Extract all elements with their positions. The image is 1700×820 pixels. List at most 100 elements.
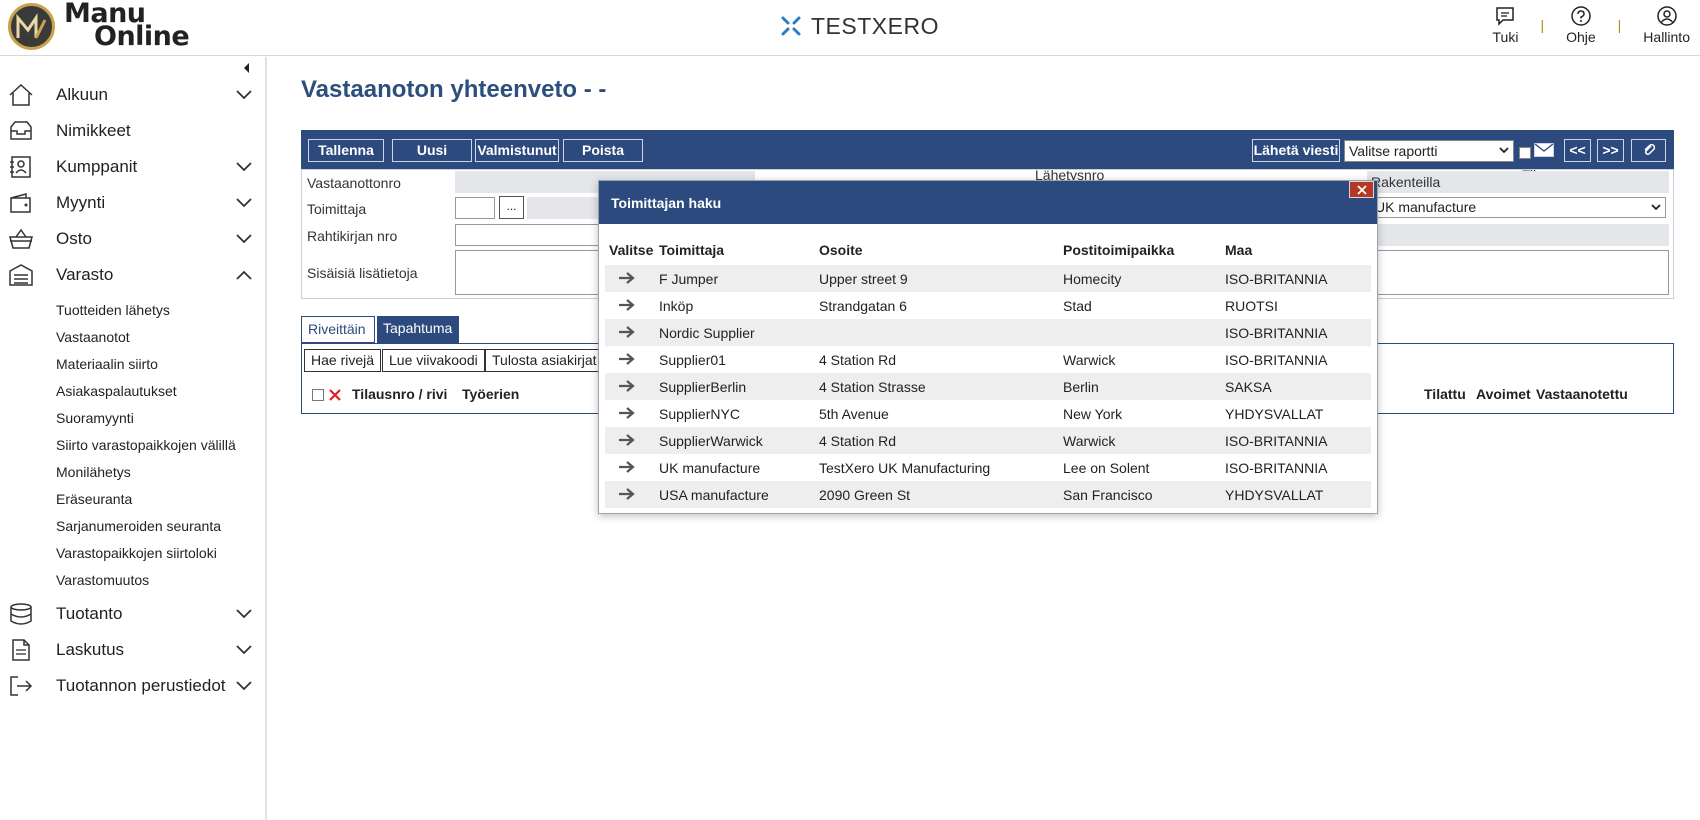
supplier-row[interactable]: F Jumper Upper street 9 Homecity ISO-BRI… xyxy=(605,265,1371,292)
sidebar-item-nimikkeet[interactable]: Nimikkeet xyxy=(0,113,265,149)
supplier-input[interactable] xyxy=(455,197,495,219)
sidebar-subitem-vastaanotot[interactable]: Vastaanotot xyxy=(0,324,265,351)
sidebar-subitem-suoramyynti[interactable]: Suoramyynti xyxy=(0,405,265,432)
supplier-address: 4 Station Strasse xyxy=(819,379,926,395)
sidebar-item-alkuun[interactable]: Alkuun xyxy=(0,77,265,113)
supplier-search-dialog: Toimittajan haku Valitse Toimittaja Osoi… xyxy=(598,180,1378,514)
sidebar-subitem-sarjanumeroiden-seuranta[interactable]: Sarjanumeroiden seuranta xyxy=(0,513,265,540)
arrow-right-icon[interactable] xyxy=(618,434,636,446)
supplier-address: 2090 Green St xyxy=(819,487,911,503)
supplier-row[interactable]: UK manufacture TestXero UK Manufacturing… xyxy=(605,454,1371,481)
sidebar-item-label: Osto xyxy=(56,229,92,248)
chevron-down-icon[interactable] xyxy=(236,234,252,244)
arrow-right-icon[interactable] xyxy=(618,488,636,500)
supplier-name: SupplierNYC xyxy=(659,406,740,422)
chevron-down-icon[interactable] xyxy=(236,90,252,100)
arrow-right-icon[interactable] xyxy=(618,461,636,473)
sidebar-item-varasto[interactable]: Varasto xyxy=(0,257,265,293)
notes-textarea[interactable] xyxy=(1367,250,1669,295)
new-button[interactable]: Uusi xyxy=(392,139,472,162)
chevron-down-icon[interactable] xyxy=(236,681,252,691)
separator: | xyxy=(1617,17,1622,33)
supplier-country: RUOTSI xyxy=(1225,298,1278,314)
tab-tapahtuma[interactable]: Tapahtuma xyxy=(377,316,459,343)
support-link[interactable]: Tuki xyxy=(1493,5,1518,45)
supplier-row[interactable]: Supplier01 4 Station Rd Warwick ISO-BRIT… xyxy=(605,346,1371,373)
dialog-header: Toimittajan haku xyxy=(599,181,1377,224)
sidebar-item-kumppanit[interactable]: Kumppanit xyxy=(0,149,265,185)
arrow-right-icon[interactable] xyxy=(618,299,636,311)
chevron-down-icon[interactable] xyxy=(236,162,252,172)
supplier-country: YHDYSVALLAT xyxy=(1225,406,1324,422)
done-button[interactable]: Valmistunut xyxy=(475,139,559,162)
sidebar-item-myynti[interactable]: Myynti xyxy=(0,185,265,221)
arrow-right-icon[interactable] xyxy=(618,326,636,338)
sidebar-subitem-tuotteiden-lahetys[interactable]: Tuotteiden lähetys xyxy=(0,297,265,324)
read-barcode-button[interactable]: Lue viivakoodi xyxy=(382,349,485,372)
sidebar-item-laskutus[interactable]: Laskutus xyxy=(0,632,265,668)
arrow-right-icon[interactable] xyxy=(618,353,636,365)
chevron-down-icon[interactable] xyxy=(236,645,252,655)
sidebar-nav: Alkuun Nimikkeet Kumppanit Myynti Osto V… xyxy=(0,77,265,704)
warehouse-select[interactable]: UK manufacture xyxy=(1370,197,1666,218)
attachment-button[interactable] xyxy=(1631,139,1666,162)
action-toolbar: Tallenna Uusi Valmistunut Poista Lähetä … xyxy=(301,130,1674,169)
sidebar-subitem-monilahetys[interactable]: Monilähetys xyxy=(0,459,265,486)
supplier-label: Toimittaja xyxy=(307,201,367,217)
delete-button[interactable]: Poista xyxy=(563,139,643,162)
fetch-rows-button[interactable]: Hae rivejä xyxy=(304,349,382,372)
previous-button[interactable]: << xyxy=(1564,139,1591,162)
chevron-down-icon[interactable] xyxy=(236,609,252,619)
report-select[interactable]: Valitse raportti xyxy=(1344,140,1514,162)
waybill-label: Rahtikirjan nro xyxy=(307,228,398,244)
save-button[interactable]: Tallenna xyxy=(308,139,384,162)
sidebar-subitem-asiakaspalautukset[interactable]: Asiakaspalautukset xyxy=(0,378,265,405)
sidebar-item-tuotanto[interactable]: Tuotanto xyxy=(0,596,265,632)
next-button[interactable]: >> xyxy=(1597,139,1624,162)
admin-link[interactable]: Hallinto xyxy=(1643,5,1690,45)
supplier-city: Lee on Solent xyxy=(1063,460,1150,476)
manu-online-logo[interactable]: Manu Online xyxy=(8,0,208,53)
report-checkbox[interactable] xyxy=(1519,147,1531,159)
supplier-row[interactable]: USA manufacture 2090 Green St San Franci… xyxy=(605,481,1371,508)
help-label: Ohje xyxy=(1566,29,1596,45)
contacts-icon xyxy=(10,156,31,178)
chevron-down-icon[interactable] xyxy=(236,198,252,208)
supplier-row[interactable]: SupplierWarwick 4 Station Rd Warwick ISO… xyxy=(605,427,1371,454)
close-button[interactable] xyxy=(1349,181,1374,198)
help-icon xyxy=(1571,6,1591,26)
supplier-row[interactable]: SupplierNYC 5th Avenue New York YHDYSVAL… xyxy=(605,400,1371,427)
supplier-city: San Francisco xyxy=(1063,487,1153,503)
supplier-name: Inköp xyxy=(659,298,694,314)
mail-icon[interactable] xyxy=(1534,143,1554,157)
collapse-sidebar-icon[interactable] xyxy=(240,61,254,75)
sidebar-item-tuotannon-perustiedot[interactable]: Tuotannon perustiedot xyxy=(0,668,265,704)
sidebar-item-osto[interactable]: Osto xyxy=(0,221,265,257)
supplier-name: Nordic Supplier xyxy=(659,325,755,341)
send-message-button[interactable]: Lähetä viesti xyxy=(1252,139,1340,162)
supplier-picker-button[interactable]: ... xyxy=(499,196,524,219)
top-links: Tuki | Ohje | Hallinto xyxy=(1493,5,1690,45)
arrow-right-icon[interactable] xyxy=(618,272,636,284)
sidebar-subitem-eraseuranta[interactable]: Eräseuranta xyxy=(0,486,265,513)
delete-x-icon[interactable] xyxy=(328,388,342,402)
chevron-down-icon xyxy=(1651,204,1661,211)
supplier-country: ISO-BRITANNIA xyxy=(1225,325,1328,341)
sidebar-item-label: Kumppanit xyxy=(56,157,138,176)
supplier-row[interactable]: Inköp Strandgatan 6 Stad RUOTSI xyxy=(605,292,1371,319)
wallet-icon xyxy=(10,193,31,213)
sidebar-subitem-siirto-varastopaikkojen[interactable]: Siirto varastopaikkojen välillä xyxy=(0,432,265,459)
print-documents-button[interactable]: Tulosta asiakirjat xyxy=(485,349,604,372)
help-link[interactable]: Ohje xyxy=(1566,5,1596,45)
basket-icon xyxy=(9,228,33,249)
supplier-row[interactable]: Nordic Supplier ISO-BRITANNIA xyxy=(605,319,1371,346)
sidebar-subitem-varastopaikkojen-siirtoloki[interactable]: Varastopaikkojen siirtoloki xyxy=(0,540,265,567)
arrow-right-icon[interactable] xyxy=(618,380,636,392)
tab-riveittain[interactable]: Riveittäin xyxy=(301,316,375,343)
supplier-row[interactable]: SupplierBerlin 4 Station Strasse Berlin … xyxy=(605,373,1371,400)
sidebar-subitem-materiaalin-siirto[interactable]: Materiaalin siirto xyxy=(0,351,265,378)
sidebar-subitem-varastomuutos[interactable]: Varastomuutos xyxy=(0,567,265,594)
arrow-right-icon[interactable] xyxy=(618,407,636,419)
select-all-checkbox[interactable] xyxy=(312,389,324,401)
chevron-up-icon[interactable] xyxy=(236,270,252,280)
